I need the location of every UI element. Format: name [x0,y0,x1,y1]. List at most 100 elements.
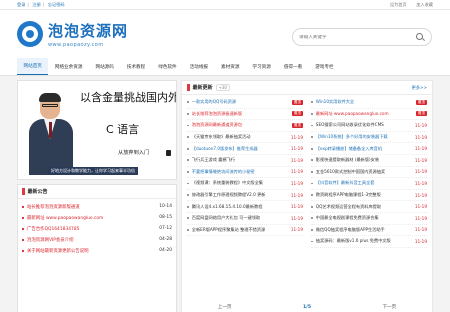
article-link[interactable]: 【Win10系统】多个好用的安装器下载 [316,134,411,140]
article-link[interactable]: 教资刷程序APP电脑课程1-3完整版 [316,192,411,198]
next-page-button[interactable]: 下一页 [382,304,396,310]
list-item[interactable]: QQ艺术视频运营全程有资料库提取 11-19 [311,201,427,213]
article-link[interactable]: Win10实用软件大全 [316,99,416,105]
set-homepage-link[interactable]: 设为首页 [390,2,407,7]
list-item[interactable]: 《天猫京东领取》最新抽奖活动 11-19 [187,132,303,144]
add-favorite-link[interactable]: 加入收藏 [416,2,433,7]
notice-list: 站长推荐泡泡资源新版通道 10-14 最新网址 www.paopaowangluo… [18,199,176,258]
pagination: 上一页 1/5 下一页 [182,304,432,311]
notice-text[interactable]: 关于网站最新资源更新公告说明 [27,248,150,254]
article-link[interactable]: 腾讯人设4.x1.68.15.4.10.0最新教程 [192,204,287,210]
notice-panel: 最新公告 站长推荐泡泡资源新版通道 10-14 最新网址 www.paopaowa… [17,184,177,312]
article-date: 11-19 [414,134,427,140]
list-item[interactable]: 抽奖源码：最新版v1.0 plus 免费中文版 11-19 [311,236,427,248]
list-item[interactable]: 【Win10系统】多个好用的安装器下载 11-19 [311,132,427,144]
article-date: 11-19 [414,180,427,186]
article-link[interactable]: SEO搜索公司网站收录优化软件CMS [316,122,411,128]
list-item[interactable]: 关于网站最新资源更新公告说明 04-20 [22,245,172,256]
list-item[interactable]: 飞行兵王游戏 震撼飞行 11-19 [187,155,303,167]
pinned-badge: 置顶 [415,99,427,105]
nav-item-software[interactable]: 绿色软件 [152,58,183,75]
article-link[interactable]: 飞行兵王游戏 震撼飞行 [192,157,287,163]
list-item[interactable]: 站长推荐泡泡资源极速新版 置顶 [187,109,303,121]
list-item[interactable]: 最新网址 www.paopaowangluo.com 08-15 [22,212,172,223]
list-item[interactable]: 微信QQ抽奖程序电脑版APP生活助手 11-19 [311,225,427,237]
bullet-icon [187,194,189,196]
register-link[interactable]: 注册 [32,2,40,7]
list-item[interactable]: 【exp转录播放】储备备全入库音机 11-19 [311,143,427,155]
login-link[interactable]: 登录 [17,2,25,7]
article-link[interactable]: 《天猫京东领取》最新抽奖活动 [192,134,287,140]
list-item[interactable]: 全新ER版APP程序聚集站 整理不错资源 11-19 [187,225,303,237]
article-date: 11-19 [290,169,303,175]
prev-page-button[interactable]: 上一页 [218,304,232,310]
article-date: 11-19 [414,192,427,198]
article-link[interactable]: 微信QQ抽奖程序电脑版APP生活助手 [316,227,411,233]
nav-item-home[interactable]: 网站首页 [17,58,49,75]
list-item[interactable]: 站长推荐泡泡资源新版通道 10-14 [22,201,172,212]
notice-text[interactable]: 站长推荐泡泡资源新版通道 [27,204,150,210]
article-link[interactable]: 修改器引擎工作原理视频教程V2.0 更新 [192,192,287,198]
article-link[interactable]: 最新网址 www.paopaowangluo.com [316,111,416,117]
nav-item-materials[interactable]: 素材资源 [215,58,246,75]
article-link[interactable]: 不要把事情做绝坊间流传的小秘密 [192,169,287,175]
list-item[interactable]: 广告合作QQ1641834785 07-12 [22,223,172,234]
search-icon[interactable] [416,32,425,42]
pinned-badge: 置顶 [415,111,427,117]
article-link[interactable]: 抽奖源码：最新版v1.0 plus 免费中文版 [316,238,411,244]
more-link[interactable]: 更多>> [412,85,427,91]
article-link[interactable]: 百度网盘网络用户大礼包 可一键领取 [192,215,287,221]
nav-item-games[interactable]: 游戏专栏 [309,58,340,75]
list-item[interactable]: 一款实用的QQ号码资源 置顶 [187,97,303,109]
article-link[interactable]: 一款实用的QQ号码资源 [192,99,292,105]
notice-text[interactable]: 广告合作QQ1641834785 [27,226,150,232]
nav-item-tutorials[interactable]: 技术教程 [120,58,151,75]
main-content: 以含金量挑战国内外 C 语言 从放弃到入门 好地方设计和教学能力，让你学习起来事… [0,76,450,312]
article-link[interactable]: 泡泡资源网最新通道资源包 [192,122,292,128]
list-item[interactable]: 最新网址 www.paopaowangluo.com 置顶 [311,109,427,121]
list-item[interactable]: 五金5610款式控制中国国内资源抽奖 11-19 [311,167,427,179]
list-item[interactable]: 中国最全电视剧课程免费资源合集 11-19 [311,213,427,225]
article-link[interactable]: 【duotuon7.0版发布】推荐生成器 [192,146,287,152]
article-link[interactable]: 中国最全电视剧课程免费资源合集 [316,215,411,221]
bullet-icon [311,147,313,150]
bullet-icon [22,238,24,241]
article-link[interactable]: 《视频课：系统重装教程》中文版全集 [192,180,287,186]
list-item[interactable]: 教资刷程序APP电脑课程1-3完整版 11-19 [311,190,427,202]
nav-item-source-code[interactable]: 网站源码 [89,58,120,75]
nav-item-activities[interactable]: 活动线报 [183,58,214,75]
list-item[interactable]: 修改器引擎工作原理视频教程V2.0 更新 11-19 [187,190,303,202]
notice-text[interactable]: 最新网址 www.paopaowangluo.com [27,215,150,221]
bullet-icon [311,136,313,138]
article-link[interactable]: 站长推荐泡泡资源极速新版 [192,111,292,117]
list-item[interactable]: SEO搜索公司网站收录优化软件CMS 11-19 [311,120,427,132]
banner[interactable]: 以含金量挑战国内外 C 语言 从放弃到入门 好地方设计和教学能力，让你学习起来事… [17,80,177,180]
forgot-password-link[interactable]: 忘记密码 [48,2,65,7]
list-item[interactable]: 百度网盘网络用户大礼包 可一键领取 11-19 [187,213,303,225]
article-date: 11-19 [414,204,427,210]
notice-text[interactable]: 泡泡资源网VIP会员介绍 [27,237,150,243]
list-item[interactable]: 腾讯人设4.x1.68.15.4.10.0最新教程 11-19 [187,201,303,213]
article-link[interactable]: 全新ER版APP程序聚集站 整理不错资源 [192,227,287,233]
bullet-icon [187,170,189,173]
nav-item-network[interactable]: 网络业余资源 [48,58,89,75]
list-item[interactable]: 【抖音软件】最新抖音工具全套 11-19 [311,178,427,190]
article-link[interactable]: 影视快速提取新器材 (最新版)安装 [316,157,411,163]
article-link[interactable]: 【抖音软件】最新抖音工具全套 [316,180,411,186]
notice-date: 10-14 [159,204,172,209]
article-link[interactable]: 五金5610款式控制中国国内资源抽奖 [316,169,411,175]
list-item[interactable]: Win10实用软件大全 置顶 [311,97,427,109]
nav-item-learning[interactable]: 学习资源 [246,58,277,75]
nav-item-worth-seeing[interactable]: 值得一看 [277,58,308,75]
article-link[interactable]: 【exp转录播放】储备备全入库音机 [316,146,411,152]
list-item[interactable]: 不要把事情做绝坊间流传的小秘密 11-19 [187,167,303,179]
article-link[interactable]: QQ艺术视频运营全程有资料库提取 [316,204,411,210]
list-item[interactable]: 泡泡资源网最新通道资源包 置顶 [187,120,303,132]
list-item[interactable]: 【duotuon7.0版发布】推荐生成器 11-19 [187,143,303,155]
page-indicator[interactable]: 1/5 [303,305,311,310]
search-input[interactable] [299,34,416,40]
site-logo[interactable]: 泡泡资源网 www.paopaozy.com [17,20,128,48]
list-item[interactable]: 影视快速提取新器材 (最新版)安装 11-19 [311,155,427,167]
list-item[interactable]: 《视频课：系统重装教程》中文版全集 11-19 [187,178,303,190]
list-item[interactable]: 泡泡资源网VIP会员介绍 04-28 [22,234,172,245]
